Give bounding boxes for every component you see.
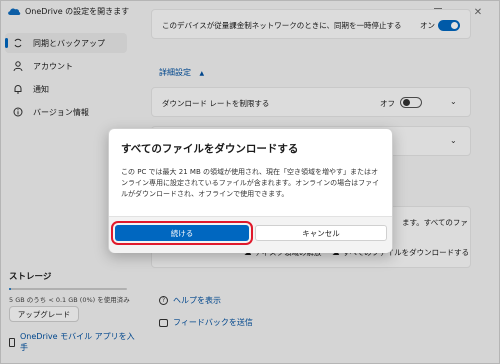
dialog-footer: 続ける キャンセル bbox=[109, 216, 392, 253]
continue-button[interactable]: 続ける bbox=[111, 221, 253, 245]
download-all-dialog: すべてのファイルをダウンロードする この PC では最大 21 MB の領域が使… bbox=[108, 128, 393, 253]
dialog-body: この PC では最大 21 MB の領域が使用され、現在「空き領域を増やす」また… bbox=[121, 168, 380, 198]
cancel-button[interactable]: キャンセル bbox=[255, 225, 387, 241]
dialog-title: すべてのファイルをダウンロードする bbox=[121, 143, 299, 155]
